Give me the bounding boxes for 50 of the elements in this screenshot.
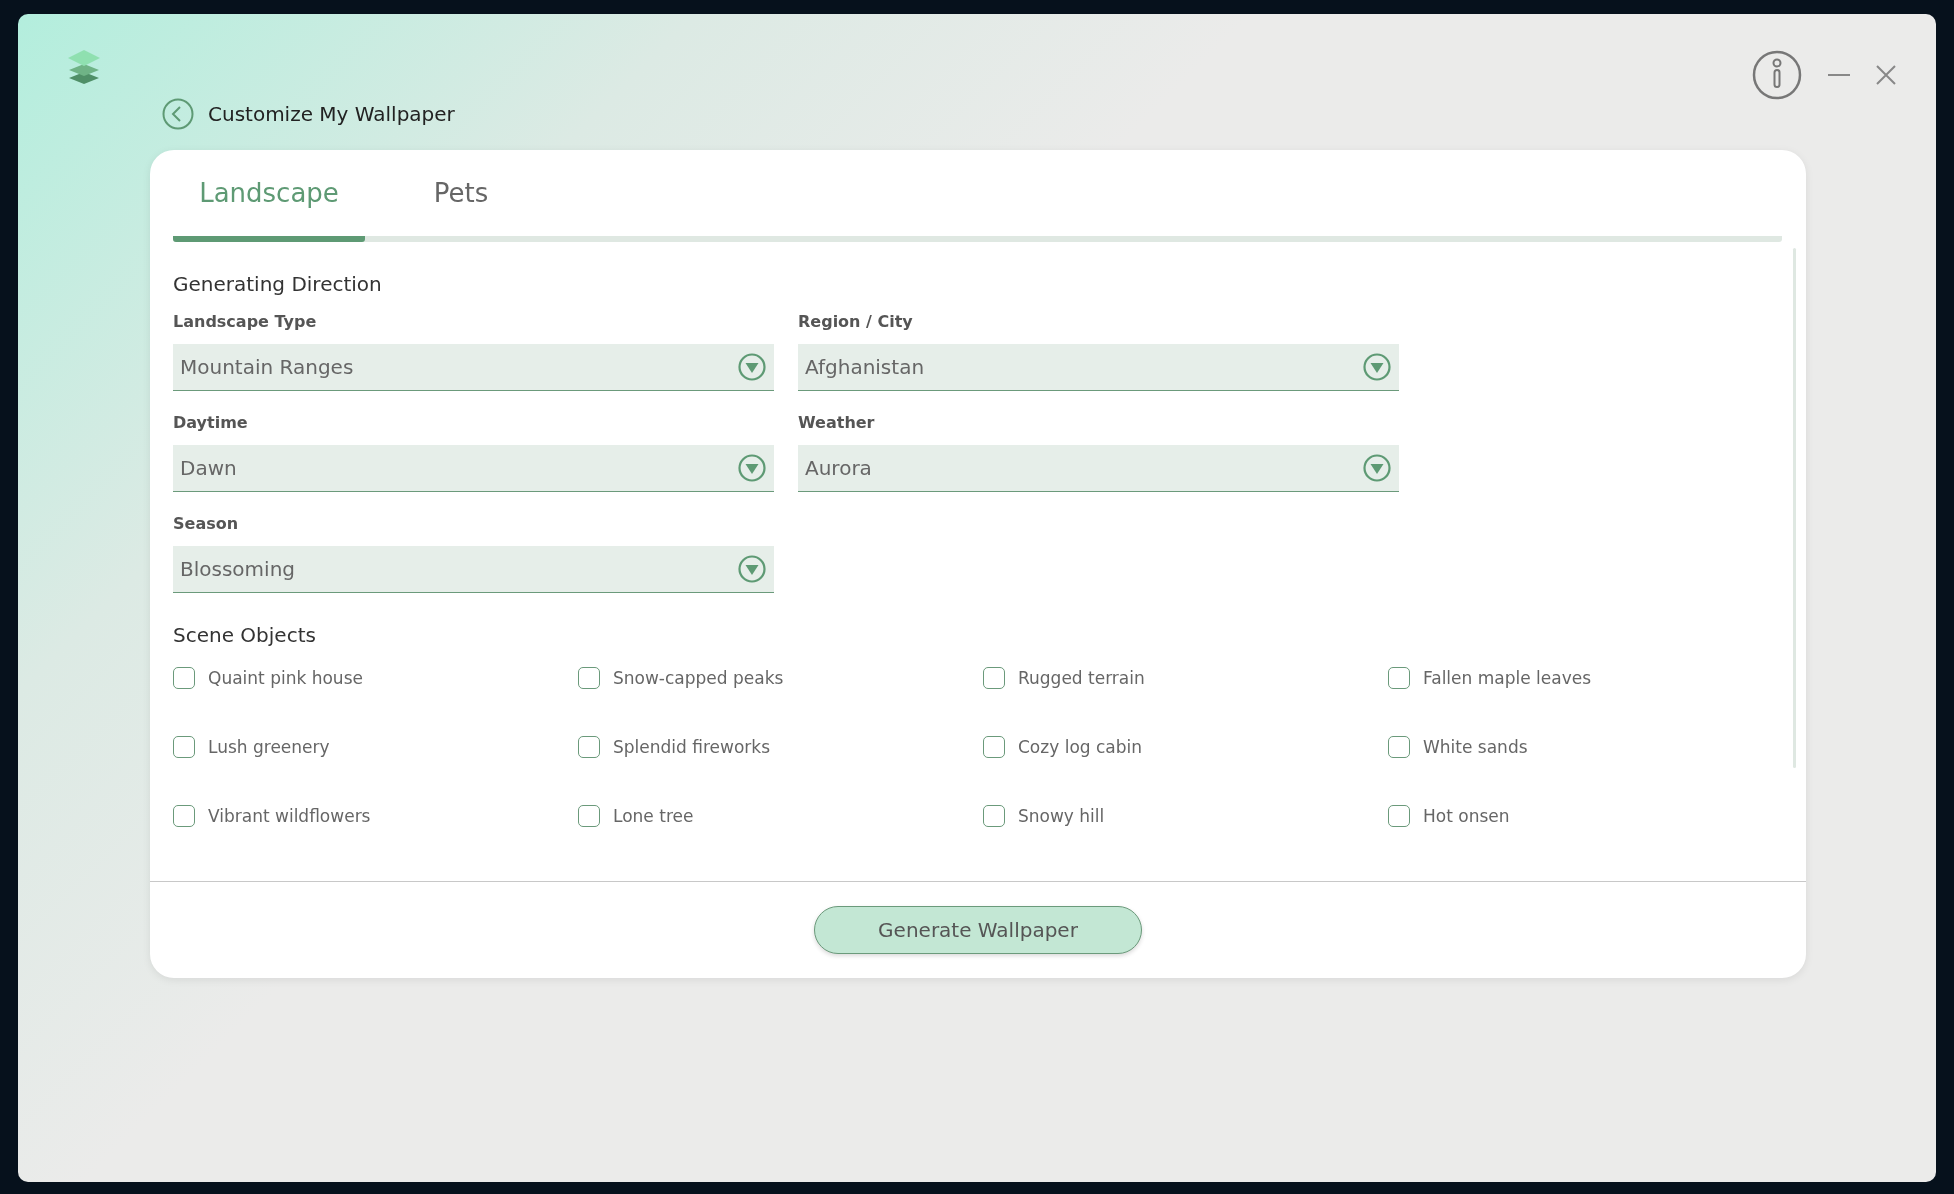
checkbox-label: Lush greenery: [208, 737, 330, 757]
checkbox-label: Vibrant wildflowers: [208, 806, 371, 826]
dropdown-field[interactable]: Afghanistan: [798, 344, 1399, 391]
dropdown-field[interactable]: Aurora: [798, 445, 1399, 492]
checkbox[interactable]: [578, 667, 600, 689]
tab[interactable]: Landscape: [173, 150, 365, 242]
checkbox[interactable]: [173, 667, 195, 689]
dropdown-field[interactable]: Blossoming: [173, 546, 774, 593]
checkbox-label: Snow-capped peaks: [613, 668, 784, 688]
dropdown-field[interactable]: Mountain Ranges: [173, 344, 774, 391]
checkbox[interactable]: [578, 805, 600, 827]
checkbox[interactable]: [173, 805, 195, 827]
dropdown-caret-icon: [738, 353, 766, 381]
field-label: Region / City: [798, 312, 914, 331]
field-label: Season: [173, 514, 240, 533]
tab[interactable]: Pets: [365, 150, 557, 242]
dropdown-caret-icon: [1363, 454, 1391, 482]
checkbox[interactable]: [983, 667, 1005, 689]
checkbox-label: Hot onsen: [1423, 806, 1510, 826]
scrollbar[interactable]: [1793, 248, 1796, 768]
checkbox[interactable]: [1388, 667, 1410, 689]
dropdown-caret-icon: [1363, 353, 1391, 381]
dropdown-caret-icon: [738, 454, 766, 482]
minimize-icon[interactable]: [1828, 73, 1850, 77]
checkbox-label: Snowy hill: [1018, 806, 1105, 826]
generate-button[interactable]: Generate Wallpaper: [814, 906, 1142, 954]
close-icon[interactable]: [1876, 65, 1896, 85]
checkbox-label: Fallen maple leaves: [1423, 668, 1592, 688]
section-title: Generating Direction: [173, 272, 383, 296]
checkbox[interactable]: [983, 805, 1005, 827]
dropdown-caret-icon: [738, 555, 766, 583]
checkbox[interactable]: [173, 736, 195, 758]
checkbox-label: Lone tree: [613, 806, 694, 826]
checkbox-label: Splendid fireworks: [613, 737, 771, 757]
info-icon[interactable]: [1752, 50, 1802, 100]
field-label: Weather: [798, 413, 876, 432]
checkbox[interactable]: [1388, 805, 1410, 827]
checkbox[interactable]: [1388, 736, 1410, 758]
field-label: Landscape Type: [173, 312, 318, 331]
dropdown-field[interactable]: Dawn: [173, 445, 774, 492]
checkbox[interactable]: [983, 736, 1005, 758]
checkbox-label: Rugged terrain: [1018, 668, 1145, 688]
page-title: Customize My Wallpaper: [208, 102, 455, 126]
section-title: Scene Objects: [173, 623, 317, 647]
checkbox-label: Cozy log cabin: [1018, 737, 1143, 757]
checkbox-label: Quaint pink house: [208, 668, 363, 688]
field-label: Daytime: [173, 413, 249, 432]
checkbox[interactable]: [578, 736, 600, 758]
back-icon[interactable]: [162, 98, 194, 130]
checkbox-label: White sands: [1423, 737, 1528, 757]
